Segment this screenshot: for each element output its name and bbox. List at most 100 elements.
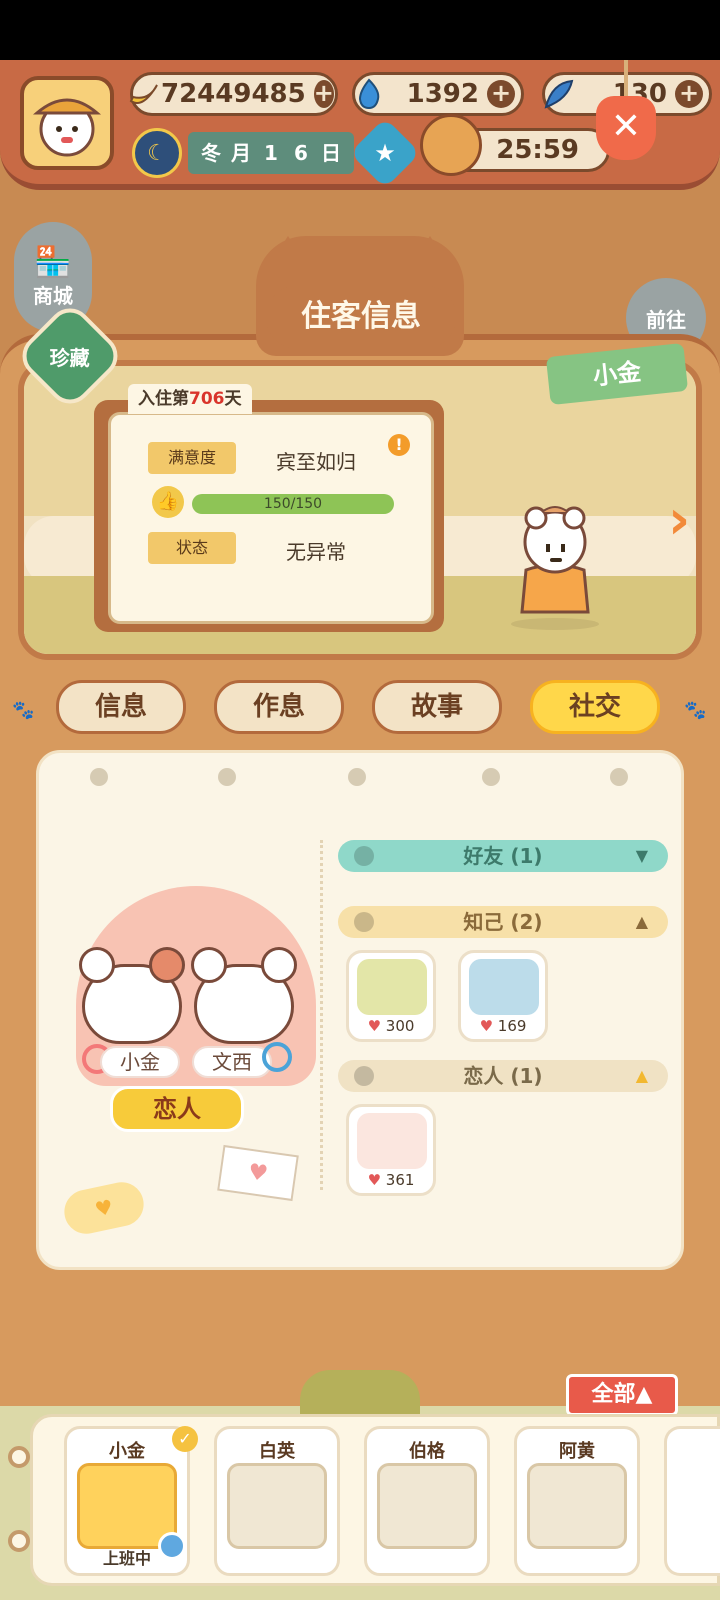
affection: ♥ 361 bbox=[367, 1171, 415, 1189]
partner-right-name: 文西 bbox=[192, 1046, 272, 1078]
roster-card[interactable]: 伯格 bbox=[364, 1426, 490, 1576]
roster-card[interactable]: 白英 bbox=[214, 1426, 340, 1576]
male-icon bbox=[262, 1042, 292, 1072]
star-badge-button[interactable]: ★ bbox=[349, 117, 421, 189]
close-button[interactable]: ✕ bbox=[596, 96, 656, 160]
satisfaction-label: 满意度 bbox=[148, 442, 236, 474]
binder-ring bbox=[8, 1530, 30, 1552]
category-friend[interactable]: 好友 (1) ▼ bbox=[338, 840, 668, 872]
cat-ear-left bbox=[262, 236, 314, 276]
info-alert-icon[interactable]: ! bbox=[388, 434, 410, 456]
date-char: 6 bbox=[294, 141, 308, 165]
satisfaction-progress: 150/150 bbox=[192, 494, 394, 514]
tab-schedule[interactable]: 作息 bbox=[214, 680, 344, 734]
player-avatar[interactable] bbox=[20, 76, 114, 170]
roster-portrait bbox=[227, 1463, 327, 1549]
date-char: 月 bbox=[231, 141, 251, 165]
card-divider bbox=[320, 840, 323, 1190]
binder-hole bbox=[218, 768, 236, 786]
next-guest-arrow-icon[interactable]: › bbox=[668, 490, 712, 550]
paw-icon: 🐾 bbox=[684, 700, 707, 721]
binder-hole bbox=[348, 768, 366, 786]
roster-name: 阿黄 bbox=[559, 1441, 595, 1462]
days-suffix: 天 bbox=[224, 389, 242, 409]
moon-icon: ☾ bbox=[132, 128, 182, 178]
avatar-icon bbox=[32, 98, 102, 157]
category-lover[interactable]: 恋人 (1) ▲ bbox=[338, 1060, 668, 1092]
chevron-down-icon: ▼ bbox=[635, 846, 648, 865]
binder-hole bbox=[610, 768, 628, 786]
date-char: 1 bbox=[264, 141, 278, 165]
go-label: 前往 bbox=[646, 307, 686, 332]
treasure-label: 珍藏 bbox=[50, 345, 90, 370]
chevron-up-icon: ▲ bbox=[635, 912, 648, 931]
partner-right-portrait bbox=[191, 947, 297, 1044]
status-label: 状态 bbox=[148, 532, 236, 564]
relation-badge: 恋人 bbox=[110, 1086, 244, 1132]
star-icon: ★ bbox=[374, 139, 396, 167]
shop-label: 商城 bbox=[33, 284, 73, 308]
tab-social[interactable]: 社交 bbox=[530, 680, 660, 734]
paw-icon: 🐾 bbox=[12, 700, 35, 721]
character-portrait bbox=[469, 959, 539, 1015]
roster-cat-ears bbox=[300, 1370, 420, 1420]
flame-icon bbox=[349, 74, 389, 114]
add-feather-button[interactable]: + bbox=[675, 80, 703, 108]
confidant-card[interactable]: ♥ 300 bbox=[346, 950, 436, 1042]
notification-dot bbox=[158, 1532, 186, 1560]
guest-character[interactable] bbox=[506, 500, 604, 630]
character-portrait bbox=[357, 959, 427, 1015]
chat-icon bbox=[354, 1066, 374, 1086]
character-portrait bbox=[357, 1113, 427, 1169]
chevron-up-icon: ▲ bbox=[635, 1066, 648, 1085]
progress-text: 150/150 bbox=[263, 496, 323, 512]
tab-story[interactable]: 故事 bbox=[372, 680, 502, 734]
event-character-icon[interactable] bbox=[420, 114, 482, 176]
banana-icon bbox=[127, 74, 161, 114]
days-value: 706 bbox=[189, 389, 225, 409]
feather-icon bbox=[539, 74, 579, 114]
page-title: 住客信息 bbox=[266, 286, 456, 348]
shop-icon: 🏪 bbox=[34, 245, 72, 280]
banana-value: 72449485 bbox=[161, 79, 306, 109]
close-string bbox=[624, 60, 628, 100]
binder-ring bbox=[8, 1446, 30, 1468]
roster-name: 小金 bbox=[109, 1441, 145, 1462]
roster-name: 白英 bbox=[259, 1441, 295, 1462]
roster-portrait bbox=[527, 1463, 627, 1549]
roster-portrait bbox=[377, 1463, 477, 1549]
filter-all-button[interactable]: 全部▲ bbox=[566, 1374, 678, 1416]
add-fire-button[interactable]: + bbox=[487, 80, 515, 108]
confidant-card[interactable]: ♥ 169 bbox=[458, 950, 548, 1042]
category-confidant[interactable]: 知己 (2) ▲ bbox=[338, 906, 668, 938]
date-char: 日 bbox=[321, 141, 341, 165]
tab-info[interactable]: 信息 bbox=[56, 680, 186, 734]
fire-value: 1392 bbox=[406, 79, 479, 109]
banana-counter: 72449485 + bbox=[127, 72, 338, 116]
binder-hole bbox=[482, 768, 500, 786]
satisfaction-value: 宾至如归 bbox=[276, 450, 356, 474]
status-value: 无异常 bbox=[286, 540, 346, 564]
days-prefix: 入住第 bbox=[138, 389, 189, 409]
partner-left-name: 小金 bbox=[100, 1046, 180, 1078]
status-bar bbox=[0, 0, 720, 60]
date-char: 冬 bbox=[201, 141, 221, 165]
category-confidant-label: 知己 (2) bbox=[463, 910, 543, 934]
chat-icon bbox=[354, 846, 374, 866]
thumbs-up-icon: 👍 bbox=[152, 486, 184, 518]
cat-ear-right bbox=[404, 236, 456, 276]
add-banana-button[interactable]: + bbox=[313, 80, 334, 108]
fire-counter: 1392 + bbox=[352, 72, 524, 116]
affection: ♥ 300 bbox=[367, 1017, 415, 1035]
lover-card[interactable]: ♥ 361 bbox=[346, 1104, 436, 1196]
partner-left-portrait bbox=[79, 947, 185, 1044]
affection: ♥ 169 bbox=[479, 1017, 527, 1035]
days-stayed: 入住第706天 bbox=[128, 384, 252, 414]
selected-check-icon: ✓ bbox=[172, 1426, 198, 1452]
roster-name: 伯格 bbox=[409, 1441, 445, 1462]
roster-card-partial[interactable] bbox=[664, 1426, 720, 1576]
chat-icon bbox=[354, 912, 374, 932]
binder-hole bbox=[90, 768, 108, 786]
category-lover-label: 恋人 (1) bbox=[463, 1064, 543, 1088]
roster-card[interactable]: 阿黄 bbox=[514, 1426, 640, 1576]
